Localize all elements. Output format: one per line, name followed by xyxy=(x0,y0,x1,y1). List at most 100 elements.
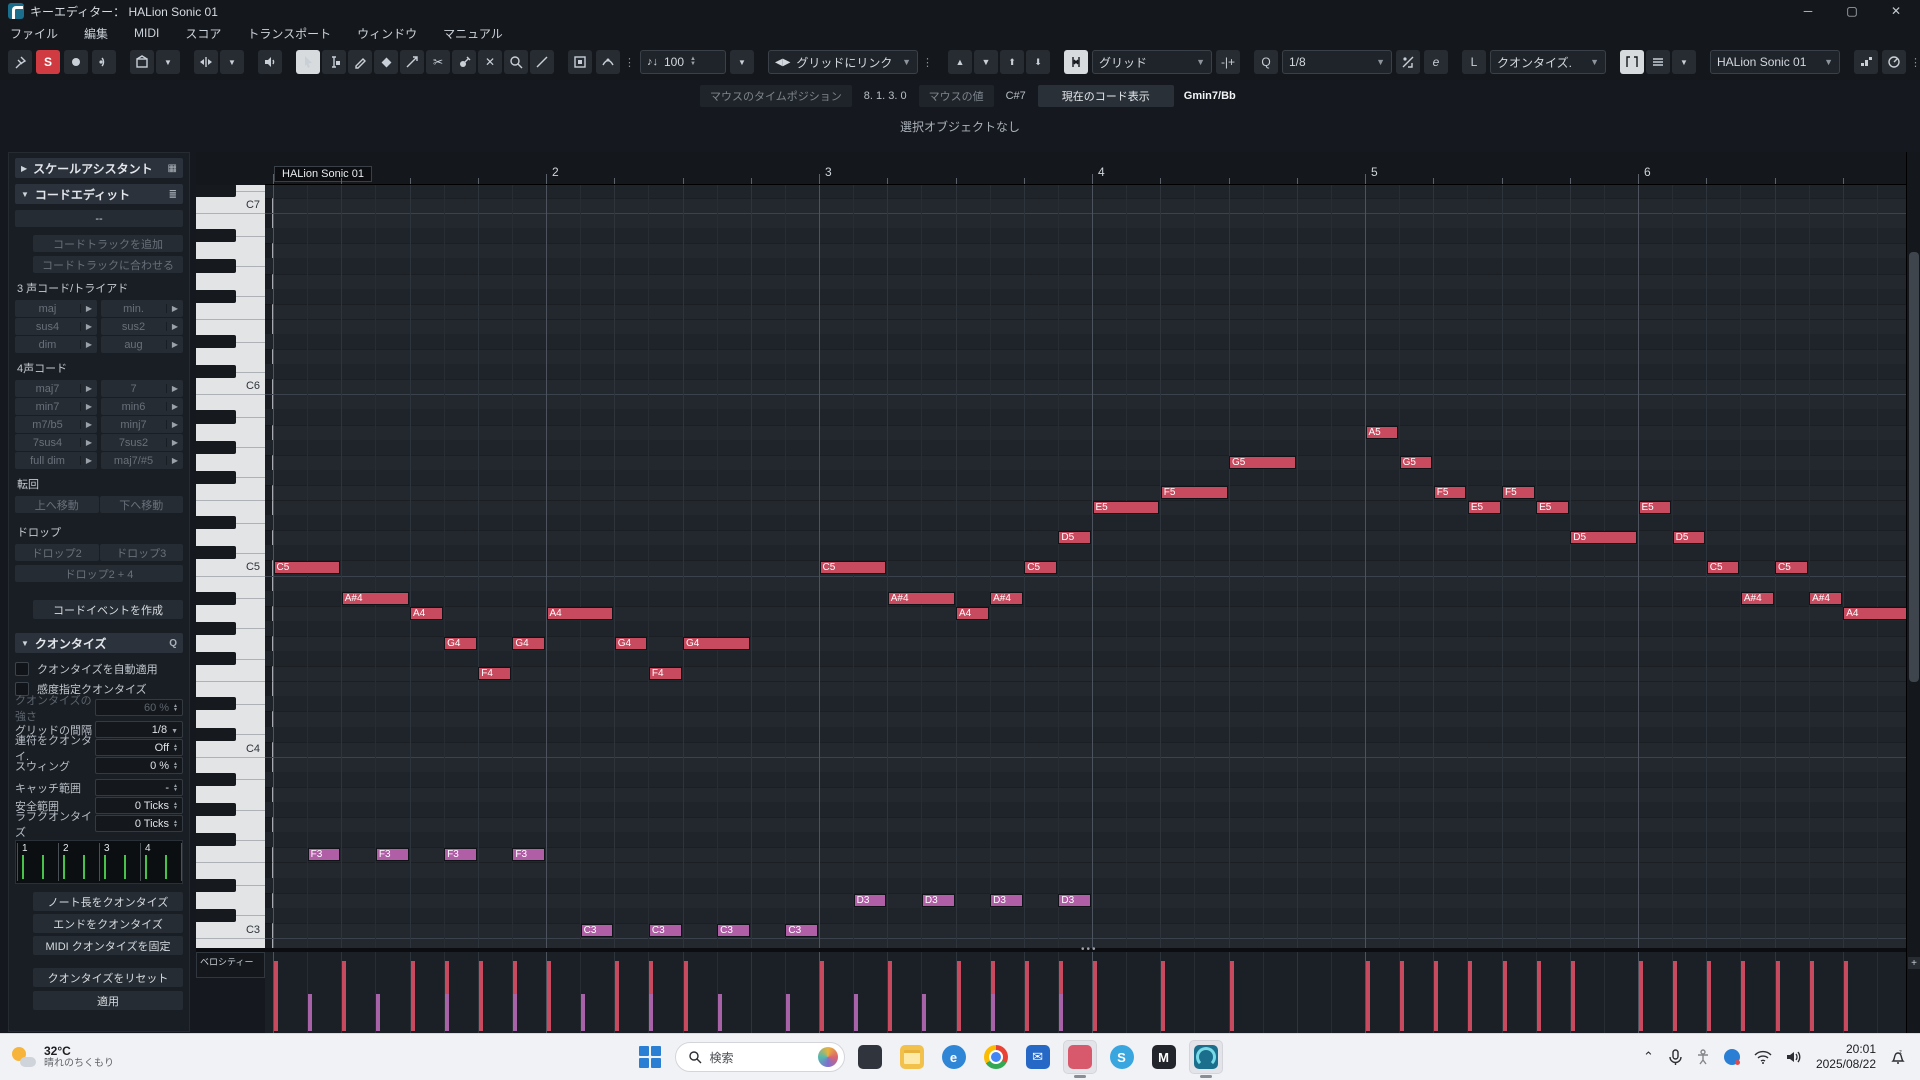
setting-value-field[interactable]: 0 Ticks▲▼ xyxy=(95,815,183,832)
setting-value-field[interactable]: 0 Ticks▲▼ xyxy=(95,797,183,814)
velocity-bar[interactable] xyxy=(718,994,722,1031)
play-arrow-icon[interactable]: ▶ xyxy=(80,438,97,447)
midi-note[interactable]: F4 xyxy=(478,667,511,680)
grid-relative-button[interactable]: -|+ xyxy=(1216,50,1240,74)
midi-note[interactable]: E5 xyxy=(1093,501,1160,514)
chord-type-button[interactable]: full dim▶ xyxy=(15,452,97,469)
add-chord-track-button[interactable]: コードトラックを追加 xyxy=(33,235,183,252)
note-grid[interactable]: C5A#4A4G4F4G4A4G4F4G4C5A#4A4A#4C5D5E5F5G… xyxy=(265,185,1906,948)
notification-bell-icon[interactable]: z xyxy=(1890,1049,1906,1065)
menu-item[interactable]: ウィンドウ xyxy=(357,25,417,42)
maximize-button[interactable]: ▢ xyxy=(1830,0,1874,22)
black-key[interactable] xyxy=(196,592,236,605)
velocity-bar[interactable] xyxy=(1571,961,1575,1031)
velocity-bar[interactable] xyxy=(649,994,653,1031)
play-arrow-icon[interactable]: ▶ xyxy=(80,384,97,393)
desktop-app[interactable] xyxy=(853,1040,887,1074)
velocity-bar[interactable] xyxy=(1844,961,1848,1031)
spinner-arrows[interactable]: ▲▼ xyxy=(173,704,178,712)
menu-item[interactable]: トランスポート xyxy=(247,25,331,42)
length-quantize-field[interactable]: クオンタイズ. ▼ xyxy=(1490,50,1606,74)
setting-value-field[interactable]: 60 %▲▼ xyxy=(95,699,183,716)
black-key[interactable] xyxy=(196,546,236,559)
midi-note[interactable]: G5 xyxy=(1229,456,1296,469)
select-tool[interactable] xyxy=(296,50,320,74)
velocity-bar[interactable] xyxy=(786,994,790,1031)
quantize-action-button[interactable]: エンドをクオンタイズ xyxy=(33,914,183,933)
inversion-button[interactable]: 上へ移動 xyxy=(15,496,99,513)
length-link-field[interactable]: ◀▶ グリッドにリンク ▼ xyxy=(768,50,918,74)
play-arrow-icon[interactable]: ▶ xyxy=(80,340,97,349)
part-borders-dropdown[interactable]: ▼ xyxy=(1672,50,1696,74)
velocity-bar[interactable] xyxy=(922,994,926,1031)
chord-type-button[interactable]: sus2▶ xyxy=(101,318,183,335)
velocity-bar[interactable] xyxy=(1093,961,1097,1031)
quantize-action-button[interactable]: MIDI クオンタイズを固定 xyxy=(33,936,183,955)
microphone-icon[interactable] xyxy=(1668,1049,1682,1065)
zoom-plus-button[interactable]: + xyxy=(1908,957,1920,969)
chord-type-button[interactable]: 7sus2▶ xyxy=(101,434,183,451)
velocity-bar[interactable] xyxy=(1639,961,1643,1031)
black-key[interactable] xyxy=(196,185,236,197)
velocity-bar[interactable] xyxy=(854,994,858,1031)
midi-note[interactable]: A5 xyxy=(1366,426,1399,439)
split-tool[interactable]: ✂ xyxy=(426,50,450,74)
velocity-bar[interactable] xyxy=(342,961,346,1031)
play-arrow-icon[interactable]: ▶ xyxy=(80,304,97,313)
velocity-bar[interactable] xyxy=(308,994,312,1031)
spinner-arrows[interactable]: ▲▼ xyxy=(173,802,178,810)
velocity-bar[interactable] xyxy=(1741,961,1745,1031)
part-editing-dropdown[interactable]: ▼ xyxy=(220,50,244,74)
velocity-bar[interactable] xyxy=(684,961,688,1031)
snap-toggle[interactable] xyxy=(1064,50,1088,74)
mute-tool[interactable]: ✕ xyxy=(478,50,502,74)
quantize-apply-button[interactable]: 適用 xyxy=(33,991,183,1010)
chord-type-button[interactable]: maj▶ xyxy=(15,300,97,317)
curve-button[interactable] xyxy=(596,50,620,74)
midi-note[interactable]: F5 xyxy=(1161,486,1228,499)
black-key[interactable] xyxy=(196,652,236,665)
velocity-bar[interactable] xyxy=(1161,961,1165,1031)
black-key[interactable] xyxy=(196,259,236,272)
black-key[interactable] xyxy=(196,516,236,529)
midi-note[interactable]: C5 xyxy=(1024,561,1057,574)
black-key[interactable] xyxy=(196,879,236,892)
autoscroll-button[interactable] xyxy=(130,50,154,74)
dropdown-arrow-icon[interactable]: ▼ xyxy=(171,724,178,736)
midi-note[interactable]: C3 xyxy=(785,924,818,937)
play-arrow-icon[interactable]: ▶ xyxy=(80,402,97,411)
create-chord-event-button[interactable]: コードイベントを作成 xyxy=(33,600,183,619)
play-arrow-icon[interactable]: ▶ xyxy=(166,438,183,447)
quantize-action-button[interactable]: ノート長をクオンタイズ xyxy=(33,892,183,911)
midi-note[interactable]: F3 xyxy=(444,848,477,861)
midi-note[interactable]: E5 xyxy=(1536,501,1569,514)
midi-note[interactable]: E5 xyxy=(1639,501,1672,514)
setting-value-field[interactable]: Off▲▼ xyxy=(95,739,183,756)
velocity-bar[interactable] xyxy=(1434,961,1438,1031)
line-tool[interactable] xyxy=(530,50,554,74)
midi-note[interactable]: F3 xyxy=(376,848,409,861)
black-key[interactable] xyxy=(196,335,236,348)
velocity-bar[interactable] xyxy=(581,994,585,1031)
play-arrow-icon[interactable]: ▶ xyxy=(80,420,97,429)
drop-button[interactable]: ドロップ2 xyxy=(15,544,99,561)
velocity-bar[interactable] xyxy=(957,961,961,1031)
black-key[interactable] xyxy=(196,471,236,484)
black-key[interactable] xyxy=(196,833,236,846)
midi-note[interactable]: A4 xyxy=(956,607,989,620)
play-arrow-icon[interactable]: ▶ xyxy=(166,384,183,393)
midi-note[interactable]: A#4 xyxy=(1741,592,1774,605)
copilot-icon[interactable] xyxy=(818,1047,838,1067)
chord-type-button[interactable]: maj7/#5▶ xyxy=(101,452,183,469)
snap-type-field[interactable]: グリッド ▼ xyxy=(1092,50,1212,74)
velocity-bar[interactable] xyxy=(1366,961,1370,1031)
quantize-preset-field[interactable]: 1/8 ▼ xyxy=(1282,50,1392,74)
black-key[interactable] xyxy=(196,622,236,635)
play-arrow-icon[interactable]: ▶ xyxy=(166,420,183,429)
chrome-browser[interactable] xyxy=(979,1040,1013,1074)
play-arrow-icon[interactable]: ▶ xyxy=(166,340,183,349)
cubase-app[interactable] xyxy=(1189,1040,1223,1074)
black-key[interactable] xyxy=(196,365,236,378)
velocity-bar[interactable] xyxy=(1810,961,1814,1031)
black-key[interactable] xyxy=(196,803,236,816)
